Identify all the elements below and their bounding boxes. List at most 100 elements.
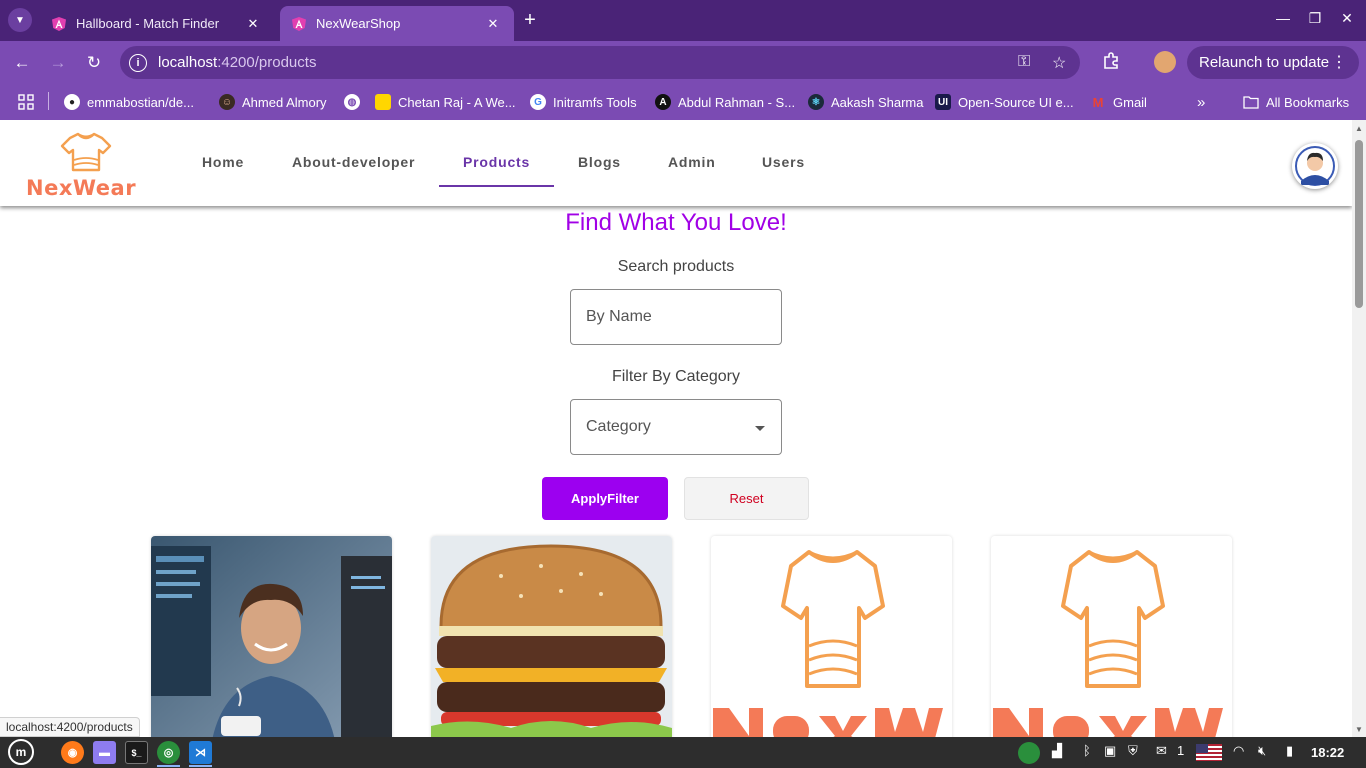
nav-products[interactable]: Products xyxy=(463,154,530,170)
scrollbar-thumb[interactable] xyxy=(1355,140,1363,308)
bookmark-abdul-rahman[interactable]: A Abdul Rahman - S... xyxy=(655,92,795,112)
key-icon[interactable]: ⚿ xyxy=(1018,53,1030,71)
bookmark-label: Initramfs Tools xyxy=(553,94,637,110)
running-indicator xyxy=(157,765,180,767)
new-tab-button[interactable]: + xyxy=(520,10,540,30)
volume-muted-icon[interactable]: 🔇︎ xyxy=(1258,743,1266,759)
scroll-up-icon[interactable]: ▲ xyxy=(1355,124,1363,133)
chrome-icon[interactable]: ◎ xyxy=(157,741,180,764)
bookmark-chetan-raj[interactable]: Chetan Raj - A We... xyxy=(375,92,516,112)
wifi-icon[interactable]: ◠ xyxy=(1233,743,1244,759)
close-window-icon[interactable]: ✕ xyxy=(1337,10,1357,27)
nav-blogs[interactable]: Blogs xyxy=(578,154,621,170)
url-text: localhost:4200/products xyxy=(158,54,317,71)
product-card[interactable] xyxy=(431,536,672,737)
search-placeholder: By Name xyxy=(586,308,652,325)
product-card[interactable] xyxy=(711,536,952,737)
files-icon[interactable]: ▬ xyxy=(93,741,116,764)
tab-search-button[interactable]: ▼ xyxy=(8,8,32,32)
nexwear-logo[interactable]: NexWear xyxy=(26,132,146,202)
vscode-icon[interactable]: ⋊ xyxy=(189,741,212,764)
more-bookmarks-icon[interactable]: » xyxy=(1197,92,1205,112)
bookmark-gmail[interactable]: M Gmail xyxy=(1090,92,1147,112)
scroll-down-icon[interactable]: ▼ xyxy=(1355,725,1363,734)
more-menu-icon[interactable]: ⋮ xyxy=(1331,52,1347,72)
tshirt-logo-icon xyxy=(60,132,112,172)
product-card[interactable] xyxy=(991,536,1232,737)
close-icon[interactable]: ✕ xyxy=(484,16,502,32)
github-icon: ● xyxy=(64,94,80,110)
folder-icon xyxy=(1243,94,1259,110)
person-icon: ☺ xyxy=(219,94,235,110)
product-card[interactable] xyxy=(151,536,392,737)
running-indicator xyxy=(189,765,212,767)
os-taskbar: m ◉ ▬ $_ ◎ ⋊ ▟ ᛒ ▣ ⛨ ✉ 1 ◠ 🔇︎ ▮ 18:22 xyxy=(0,737,1366,768)
nav-about-developer[interactable]: About-developer xyxy=(292,154,415,170)
close-icon[interactable]: ✕ xyxy=(244,16,262,32)
browser-tab-strip: ▼ Hallboard - Match Finder ✕ NexWearShop… xyxy=(0,0,1366,41)
link-status-bar: localhost:4200/products xyxy=(0,717,140,737)
bookmark-label: All Bookmarks xyxy=(1266,94,1350,110)
bookmark-divider xyxy=(48,92,49,110)
bookmark-initramfs-tools[interactable]: G Initramfs Tools xyxy=(530,92,637,112)
nav-home[interactable]: Home xyxy=(202,154,244,170)
terminal-icon[interactable]: $_ xyxy=(125,741,148,764)
minimize-icon[interactable]: — xyxy=(1273,10,1293,26)
battery-icon[interactable]: ▮ xyxy=(1286,743,1293,759)
notification-icon[interactable]: ✉ xyxy=(1156,743,1167,759)
category-select[interactable]: Category xyxy=(570,399,782,455)
search-by-name-input[interactable]: By Name xyxy=(570,289,782,345)
nexwear-logo-image xyxy=(991,536,1232,737)
relaunch-label: Relaunch to update xyxy=(1199,54,1330,71)
nav-users[interactable]: Users xyxy=(762,154,805,170)
filter-label: Filter By Category xyxy=(611,368,741,385)
reset-button[interactable]: Reset xyxy=(684,477,809,520)
nexwear-logo-image xyxy=(711,536,952,737)
burger-photo xyxy=(431,536,672,737)
profile-avatar[interactable] xyxy=(1154,51,1176,73)
all-bookmarks-button[interactable]: All Bookmarks xyxy=(1243,92,1349,112)
clipboard-icon[interactable]: ▣ xyxy=(1104,743,1116,759)
chrome-tray-icon[interactable] xyxy=(1018,742,1040,764)
page-scrollbar[interactable]: ▲ ▼ xyxy=(1352,120,1366,737)
bookmark-aakash-sharma[interactable]: ⚛ Aakash Sharma xyxy=(808,92,924,112)
us-flag-keyboard-icon[interactable] xyxy=(1196,744,1222,761)
bookmark-globe[interactable]: ◍ xyxy=(344,92,367,112)
bookmark-open-source-ui[interactable]: UI Open-Source UI e... xyxy=(935,92,1074,112)
site-info-icon[interactable]: i xyxy=(129,53,147,72)
nav-admin[interactable]: Admin xyxy=(668,154,716,170)
apply-filter-button[interactable]: ApplyFilter xyxy=(542,477,668,520)
network-signal-icon[interactable]: ▟ xyxy=(1052,743,1062,759)
browser-toolbar: ← → ↻ i localhost:4200/products ⚿ ☆ Rela… xyxy=(0,41,1366,84)
browser-tab-nexwearshop[interactable]: NexWearShop ✕ xyxy=(280,6,514,41)
angular-icon xyxy=(52,16,66,31)
taskbar-clock[interactable]: 18:22 xyxy=(1311,745,1344,760)
firefox-icon[interactable]: ◉ xyxy=(61,741,84,764)
user-avatar[interactable] xyxy=(1292,143,1338,189)
forward-icon[interactable]: → xyxy=(47,52,69,74)
address-bar[interactable]: i localhost:4200/products ⚿ ☆ xyxy=(120,46,1080,79)
notification-count: 1 xyxy=(1177,743,1185,758)
apps-grid-icon[interactable] xyxy=(18,92,34,112)
gmail-icon: M xyxy=(1092,94,1104,110)
extensions-icon[interactable] xyxy=(1100,52,1122,74)
mint-menu-icon[interactable]: m xyxy=(8,739,34,765)
star-icon[interactable]: ☆ xyxy=(1052,53,1066,73)
bookmark-emmabostian[interactable]: ● emmabostian/de... xyxy=(64,92,194,112)
web-page: NexWear Home About-developer Products Bl… xyxy=(0,120,1352,737)
reload-icon[interactable]: ↻ xyxy=(83,52,105,74)
browser-tab-hallboard[interactable]: Hallboard - Match Finder ✕ xyxy=(40,6,274,41)
angular-icon xyxy=(292,16,306,31)
google-icon: G xyxy=(530,94,546,110)
relaunch-button[interactable]: Relaunch to update ⋮ xyxy=(1187,46,1359,79)
ui-logo-icon: UI xyxy=(935,94,951,110)
search-label: Search products xyxy=(617,258,735,275)
bluetooth-icon[interactable]: ᛒ xyxy=(1083,743,1091,758)
category-placeholder: Category xyxy=(586,418,651,435)
bookmark-ahmed-almory[interactable]: ☺ Ahmed Almory xyxy=(219,92,327,112)
shield-icon[interactable]: ⛨ xyxy=(1128,743,1138,759)
yellow-square-icon xyxy=(375,94,391,110)
restore-icon[interactable]: ❐ xyxy=(1305,10,1325,27)
globe-icon: ◍ xyxy=(344,94,360,110)
back-icon[interactable]: ← xyxy=(11,52,33,74)
